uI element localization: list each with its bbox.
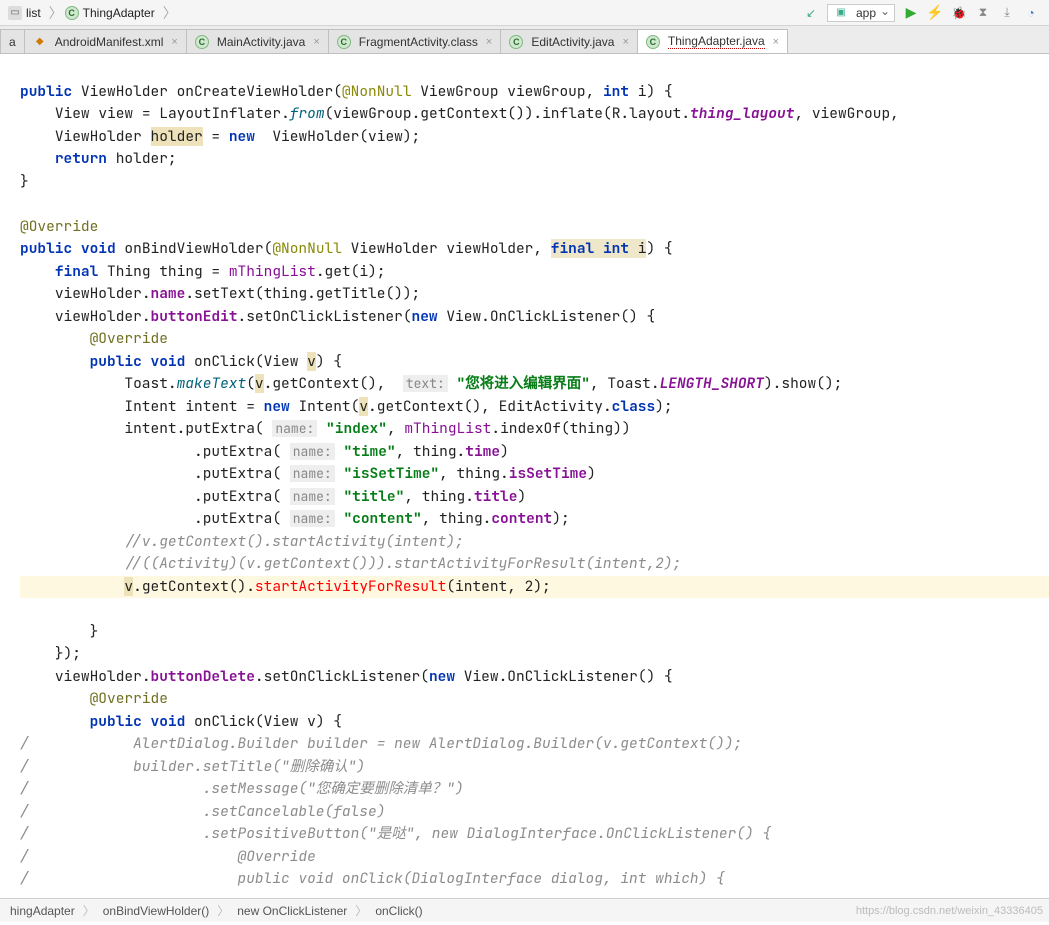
run-toolbar: ↙ ▣ app ▶ ⚡ 🐞 ⧗ ⤓ ◔ [803,4,1045,22]
module-icon: ▣ [834,6,848,20]
class-icon: C [509,35,523,49]
xml-icon: ◆ [33,35,47,49]
chevron-icon: 〉 [83,902,95,919]
breadcrumb-toolbar: ▭ list 〉 C ThingAdapter 〉 ↙ ▣ app ▶ ⚡ 🐞 … [0,0,1049,26]
tab-label: MainActivity.java [217,35,305,49]
folder-icon: ▭ [8,6,22,20]
watermark-text: https://blog.csdn.net/weixin_43336405 [856,905,1043,917]
profile-icon[interactable]: ⧗ [975,5,991,21]
code-editor[interactable]: public ViewHolder onCreateViewHolder(@No… [0,54,1049,898]
tab-label: a [9,35,16,49]
class-icon: C [337,35,351,49]
crumb-class[interactable]: C ThingAdapter [61,4,163,22]
tab-fragmentactivity[interactable]: C FragmentActivity.class × [328,29,502,53]
structure-crumb[interactable]: hingAdapter [6,904,79,918]
chevron-icon: 〉 [163,3,177,23]
debug-icon[interactable]: 🐞 [951,5,967,21]
tab-label: ThingAdapter.java [668,34,765,49]
close-icon[interactable]: × [622,36,628,48]
close-icon[interactable]: × [486,36,492,48]
class-icon: C [646,35,660,49]
tab-mainactivity[interactable]: C MainActivity.java × [186,29,329,53]
tab-manifest[interactable]: ◆ AndroidManifest.xml × [24,29,187,53]
run-icon[interactable]: ▶ [903,5,919,21]
apply-changes-icon[interactable]: ⚡ [927,5,943,21]
tab-thingadapter[interactable]: C ThingAdapter.java × [637,29,788,53]
editor-tabs: a ◆ AndroidManifest.xml × C MainActivity… [0,26,1049,54]
breadcrumb: ▭ list 〉 C ThingAdapter 〉 [4,3,803,23]
tab-a[interactable]: a [0,29,25,53]
chevron-icon: 〉 [355,902,367,919]
tab-label: EditActivity.java [531,35,614,49]
crumb-list[interactable]: ▭ list [4,4,49,22]
structure-crumb[interactable]: new OnClickListener [233,904,351,918]
class-icon: C [195,35,209,49]
tab-editactivity[interactable]: C EditActivity.java × [500,29,638,53]
chevron-icon: 〉 [217,902,229,919]
run-config-select[interactable]: ▣ app [827,4,895,22]
class-icon: C [65,6,79,20]
crumb-label: list [26,6,41,20]
tab-label: AndroidManifest.xml [55,35,164,49]
attach-icon[interactable]: ⤓ [999,5,1015,21]
close-icon[interactable]: × [171,36,177,48]
structure-crumb[interactable]: onBindViewHolder() [99,904,214,918]
gauge-icon[interactable]: ◔ [1023,5,1039,21]
crumb-label: ThingAdapter [83,6,155,20]
close-icon[interactable]: × [773,36,779,48]
run-config-label: app [856,6,876,20]
structure-breadcrumb: hingAdapter 〉 onBindViewHolder() 〉 new O… [0,898,1049,922]
sync-icon[interactable]: ↙ [803,5,819,21]
structure-crumb[interactable]: onClick() [371,904,426,918]
tab-label: FragmentActivity.class [359,35,478,49]
close-icon[interactable]: × [313,36,319,48]
